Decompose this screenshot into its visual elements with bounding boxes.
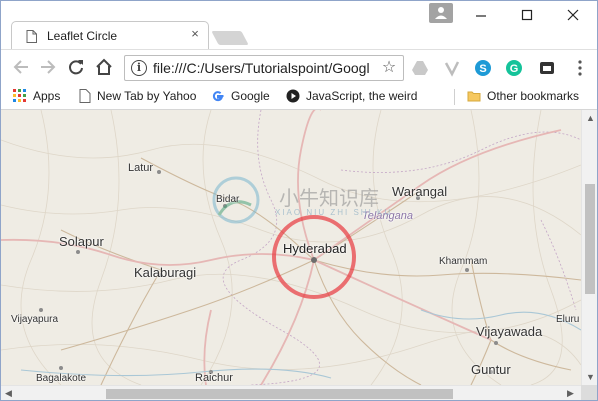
url-text[interactable]: file:///C:/Users/Tutorialspoint/Googl — [153, 60, 371, 76]
scroll-down-icon[interactable]: ▼ — [586, 372, 595, 382]
svg-text:S: S — [479, 63, 486, 75]
map-label-raichur: Raichur — [195, 372, 233, 384]
title-bar: Leaflet Circle × — [1, 1, 597, 50]
bookmark-new-tab-yahoo[interactable]: New Tab by Yahoo — [79, 88, 196, 106]
maximize-button[interactable] — [509, 5, 545, 27]
close-icon — [567, 9, 579, 21]
home-icon — [96, 58, 112, 75]
new-tab-button[interactable] — [211, 31, 249, 45]
browser-tab[interactable]: Leaflet Circle × — [11, 21, 209, 50]
media-icon — [540, 62, 554, 74]
arrow-left-icon — [13, 60, 28, 74]
apps-grid-icon — [13, 88, 26, 102]
video-play-icon — [286, 89, 300, 103]
scroll-left-icon[interactable]: ◀ — [5, 388, 12, 399]
menu-button[interactable] — [571, 59, 589, 77]
map-label-vijayapura: Vijayapura — [11, 314, 59, 325]
minimize-button[interactable] — [463, 5, 499, 27]
address-bar[interactable]: i file:///C:/Users/Tutorialspoint/Googl … — [124, 55, 404, 81]
tab-title: Leaflet Circle — [47, 29, 118, 43]
forward-button[interactable] — [38, 57, 60, 77]
watermark-text: 小牛知识库 — [279, 188, 379, 210]
bookmark-google[interactable]: Google — [211, 88, 270, 106]
horizontal-scroll-thumb[interactable] — [106, 389, 453, 399]
bookmark-label: Apps — [33, 88, 61, 103]
map-label-eluru: Eluru — [556, 314, 580, 325]
map-label-hyderabad: Hyderabad — [283, 241, 347, 256]
map-label-solapur: Solapur — [59, 234, 104, 249]
bookmark-label: Other bookmarks — [487, 88, 580, 103]
arrow-right-icon — [41, 60, 56, 74]
maximize-icon — [521, 9, 533, 21]
reload-button[interactable] — [66, 57, 88, 77]
minimize-icon — [476, 15, 486, 17]
bookmark-separator — [454, 89, 455, 105]
grammarly-icon: G — [506, 60, 522, 76]
drive-icon — [412, 61, 428, 75]
map-label-latur: Latur — [128, 162, 154, 174]
more-vert-icon — [578, 60, 582, 76]
map-label-khammam: Khammam — [439, 256, 488, 267]
reload-icon — [69, 60, 83, 75]
bookmark-apps[interactable]: Apps — [13, 88, 60, 106]
map-label-warangal: Warangal — [392, 184, 448, 199]
close-window-button[interactable] — [555, 5, 591, 27]
bookmark-label: JavaScript, the weird — [306, 88, 418, 103]
map-label-bagalakote: Bagalakote — [36, 373, 87, 384]
map-label-vijayawada: Vijayawada — [476, 324, 543, 339]
vimeo-icon — [444, 61, 460, 77]
extension-drive-button[interactable] — [411, 59, 429, 77]
folder-icon — [467, 91, 481, 102]
bookmark-javascript-weird[interactable]: JavaScript, the weird — [286, 88, 417, 106]
scrollbar-corner — [581, 385, 597, 400]
bookmark-label: New Tab by Yahoo — [97, 88, 197, 103]
tab-close-icon[interactable]: × — [188, 27, 202, 41]
page-icon — [26, 30, 37, 43]
bookmark-other[interactable]: Other bookmarks — [467, 88, 579, 106]
horizontal-scrollbar[interactable]: ◀ ▶ — [1, 385, 581, 400]
map-label-bidar: Bidar — [216, 194, 240, 205]
home-button[interactable] — [94, 57, 116, 77]
scroll-right-icon[interactable]: ▶ — [567, 388, 574, 399]
extension-grammarly-button[interactable]: G — [505, 59, 523, 77]
map-label-guntur: Guntur — [471, 362, 511, 377]
bookmarks-bar: Apps New Tab by Yahoo Google JavaScript,… — [1, 83, 597, 110]
vertical-scroll-thumb[interactable] — [585, 184, 595, 294]
vertical-scrollbar[interactable]: ▲ ▼ — [581, 110, 597, 385]
watermark-subtext: XIAO NIU ZHI SHI KU — [275, 208, 393, 217]
skype-icon: S — [475, 60, 491, 76]
browser-toolbar: i file:///C:/Users/Tutorialspoint/Googl … — [1, 49, 597, 83]
info-icon[interactable]: i — [131, 60, 147, 76]
profile-button[interactable] — [429, 3, 453, 23]
map-viewport[interactable]: Latur Bidar Warangal Telangana Solapur H… — [1, 110, 581, 385]
bookmark-star-icon[interactable]: ☆ — [379, 58, 399, 78]
google-g-icon — [212, 91, 224, 101]
svg-text:G: G — [510, 63, 519, 75]
map-label-kalaburagi: Kalaburagi — [134, 265, 197, 280]
back-button[interactable] — [11, 57, 33, 77]
person-icon — [435, 7, 447, 19]
page-icon — [79, 88, 91, 103]
extension-media-button[interactable] — [538, 59, 556, 77]
bookmark-label: Google — [231, 88, 270, 103]
scroll-up-icon[interactable]: ▲ — [586, 113, 595, 123]
extension-skype-button[interactable]: S — [474, 59, 492, 77]
extension-vimeo-button[interactable] — [443, 59, 461, 77]
browser-window: Leaflet Circle × i file:///C:/Users/Tuto… — [0, 0, 598, 401]
